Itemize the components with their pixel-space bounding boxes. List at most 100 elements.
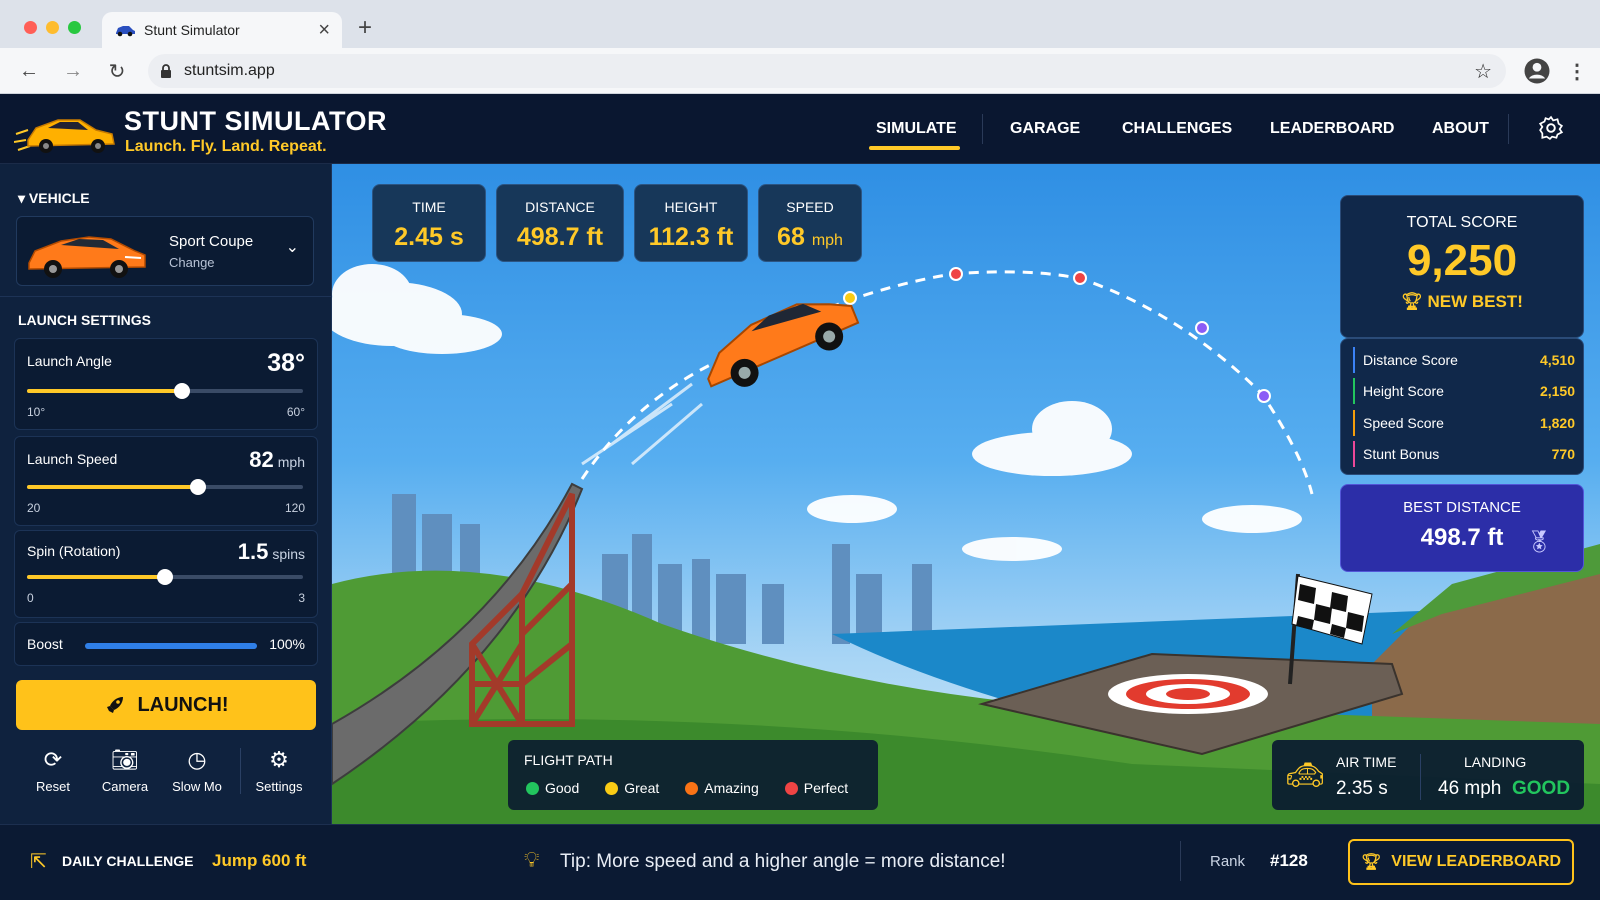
nav-divider xyxy=(1508,114,1509,144)
launch-button[interactable]: LAUNCH! xyxy=(16,680,316,730)
launch-speed-value: 82 mph xyxy=(249,447,305,473)
legend-great: Great xyxy=(605,780,659,796)
settings-label: Settings xyxy=(255,778,303,794)
launch-angle-max: 60° xyxy=(286,405,305,419)
score-row-value: 770 xyxy=(1551,446,1575,462)
chevron-down-icon[interactable]: ⌄ xyxy=(286,237,299,257)
stat-height: HEIGHT 112.3 ft xyxy=(634,184,748,262)
spin-handle[interactable] xyxy=(157,569,173,585)
footer-bar: ⇱ DAILY CHALLENGE Jump 600 ft 💡︎ Tip: Mo… xyxy=(0,824,1600,900)
rocket-icon xyxy=(107,697,124,713)
total-score-value: 9,250 xyxy=(1406,236,1518,285)
legend-good: Good xyxy=(526,780,579,796)
view-leaderboard-button[interactable]: 🏆︎ VIEW LEADERBOARD xyxy=(1348,839,1574,885)
launch-angle-handle[interactable] xyxy=(173,383,190,399)
vehicle-change-link[interactable]: Change xyxy=(169,255,215,270)
close-tab-icon[interactable]: × xyxy=(318,19,330,42)
maximize-window-button[interactable] xyxy=(68,21,81,34)
legend-perfect: Perfect xyxy=(784,780,848,796)
spin-slider[interactable] xyxy=(27,569,303,585)
launch-speed-label: Launch Speed xyxy=(27,451,118,467)
reset-button[interactable]: ⟳ Reset xyxy=(16,735,90,805)
minimize-window-button[interactable] xyxy=(46,21,59,34)
score-row-distance: Distance Score 4,510 xyxy=(1353,347,1575,373)
launch-speed-unit: mph xyxy=(277,454,305,470)
nav-simulate[interactable]: SIMULATE xyxy=(876,120,957,138)
settings-button[interactable]: ⚙ Settings xyxy=(242,735,316,805)
launch-angle-control: Launch Angle 38° 10° 60° xyxy=(14,338,318,430)
address-bar[interactable]: stuntsim.app ☆ xyxy=(148,54,1506,88)
flying-car xyxy=(707,303,860,388)
new-best-label: NEW BEST! xyxy=(1427,292,1523,311)
divider xyxy=(0,296,332,297)
launch-speed-handle[interactable] xyxy=(190,479,207,495)
browser-tab[interactable]: Stunt Simulator × xyxy=(102,12,342,48)
medal-icon: 🏅︎ xyxy=(1525,529,1553,554)
nav-leaderboard[interactable]: LEADERBOARD xyxy=(1270,120,1394,138)
lock-icon xyxy=(161,64,171,78)
app-header: STUNT SIMULATOR Launch. Fly. Land. Repea… xyxy=(0,94,1600,164)
share-icon: ⇱ xyxy=(30,851,47,873)
tip-text: Tip: More speed and a higher angle = mor… xyxy=(560,851,1006,872)
stat-height-value: 112.3 ft xyxy=(635,223,747,252)
browser-window: Stunt Simulator × + ← → ↻ stuntsim.app ☆… xyxy=(0,0,1600,900)
score-breakdown: Distance Score 4,510 Height Score 2,150 Sp… xyxy=(1340,338,1584,475)
score-row-label: Height Score xyxy=(1363,383,1444,399)
back-icon[interactable]: ← xyxy=(14,56,44,86)
path-marker-great xyxy=(843,291,857,305)
legend-dot xyxy=(685,782,699,795)
daily-challenge-value[interactable]: Jump 600 ft xyxy=(212,851,306,871)
score-row-value: 2,150 xyxy=(1539,383,1575,399)
stat-distance-number: 498.7 xyxy=(516,223,580,251)
camera-button[interactable]: 📷︎ Camera xyxy=(88,735,162,805)
reload-icon[interactable]: ↻ xyxy=(102,56,132,86)
tab-bar: Stunt Simulator × + xyxy=(0,0,1600,48)
launch-speed-number: 82 xyxy=(249,447,274,472)
stat-height-unit: ft xyxy=(716,223,734,251)
launch-settings-title: LAUNCH SETTINGS xyxy=(18,312,151,328)
nav-challenges[interactable]: CHALLENGES xyxy=(1122,120,1232,138)
gear-icon: ⚙ xyxy=(269,746,289,772)
new-tab-icon[interactable]: + xyxy=(358,14,372,42)
nav-about[interactable]: ABOUT xyxy=(1432,120,1489,138)
camera-label: Camera xyxy=(101,778,149,794)
spin-min: 0 xyxy=(27,591,34,605)
clock-icon: ◷ xyxy=(187,746,207,772)
reset-label: Reset xyxy=(36,778,70,794)
launch-angle-fill xyxy=(27,389,182,393)
rank-value: #128 xyxy=(1270,851,1308,870)
stat-distance-value: 498.7 ft xyxy=(497,223,623,252)
landing-rating: GOOD xyxy=(1512,778,1571,799)
browser-toolbar: ← → ↻ stuntsim.app ☆ ⋮ xyxy=(0,48,1600,94)
score-row-label: Distance Score xyxy=(1363,352,1458,368)
gear-icon[interactable] xyxy=(1538,115,1564,141)
legend-dot xyxy=(526,782,539,795)
vehicle-selector[interactable]: Sport Coupe Change ⌄ xyxy=(16,216,314,286)
profile-icon[interactable] xyxy=(1522,56,1552,86)
boost-label: Boost xyxy=(27,636,63,652)
launch-speed-slider[interactable] xyxy=(27,479,303,495)
landing-label: LANDING xyxy=(1464,754,1527,770)
lightbulb-icon: 💡︎ xyxy=(524,847,540,872)
score-row-speed: Speed Score 1,820 xyxy=(1353,410,1575,436)
flight-path-items: Good Great Amazing Perfect xyxy=(526,780,848,796)
menu-icon[interactable]: ⋮ xyxy=(1562,56,1592,86)
new-best-badge: 🏆︎ NEW BEST! xyxy=(1341,292,1583,312)
divider xyxy=(1420,754,1421,800)
boost-control: Boost 100% xyxy=(14,622,318,666)
score-row-stunt-bonus: Stunt Bonus 770 xyxy=(1353,441,1575,467)
path-marker xyxy=(1257,389,1271,403)
rank-label: Rank xyxy=(1210,853,1246,870)
score-row-label: Speed Score xyxy=(1363,415,1444,431)
air-time-value: 2.35 s xyxy=(1336,778,1388,799)
slow-mo-button[interactable]: ◷ Slow Mo xyxy=(160,735,234,805)
forward-icon[interactable]: → xyxy=(58,56,88,86)
divider xyxy=(1180,841,1181,881)
boost-meter xyxy=(85,643,257,649)
close-window-button[interactable] xyxy=(24,21,37,34)
launch-angle-slider[interactable] xyxy=(27,383,303,399)
stat-speed: SPEED 68 mph xyxy=(758,184,862,262)
score-row-height: Height Score 2,150 xyxy=(1353,378,1575,404)
star-icon[interactable]: ☆ xyxy=(1474,59,1492,84)
nav-garage[interactable]: GARAGE xyxy=(1010,120,1080,138)
